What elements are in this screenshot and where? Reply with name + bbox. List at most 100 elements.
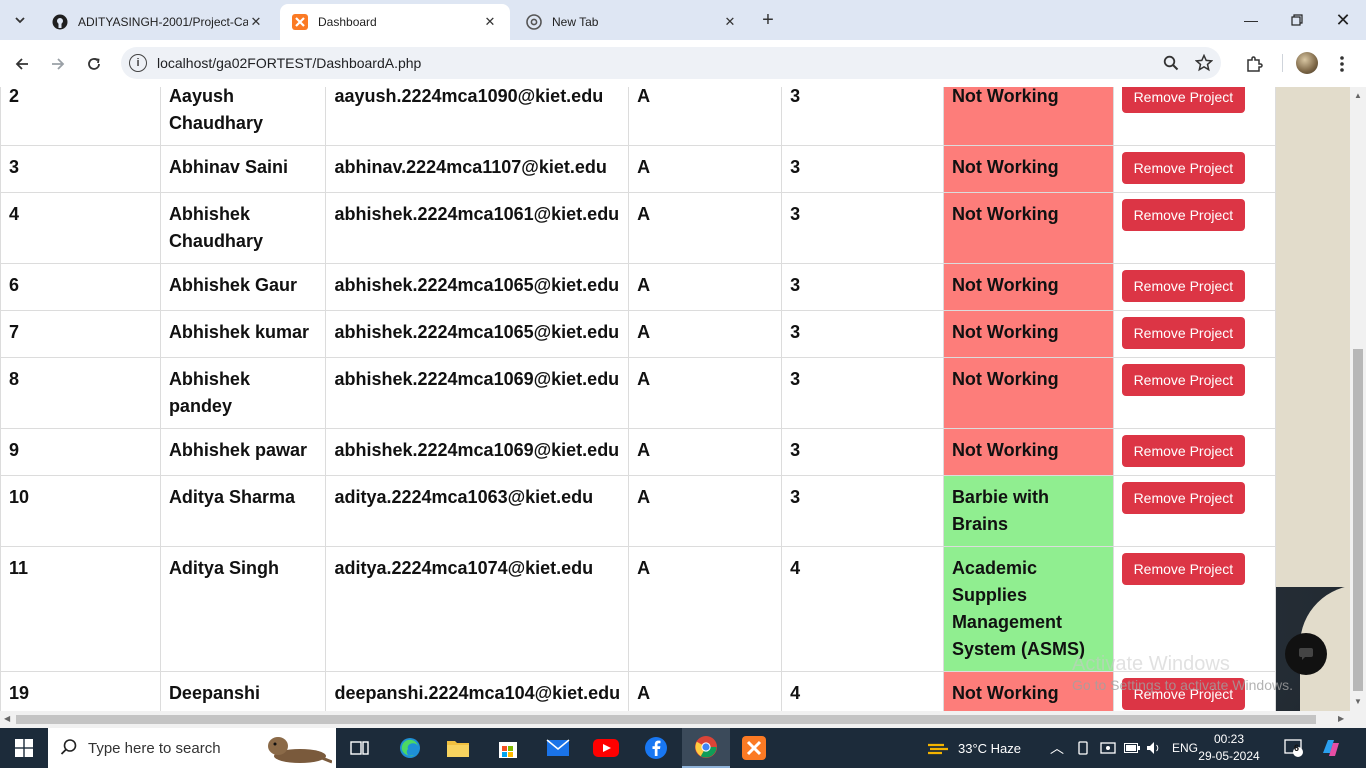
windows-start-icon[interactable] — [0, 728, 48, 768]
site-info-icon[interactable]: i — [129, 54, 147, 72]
student-email: abhishek.2224mca1069@kiet.edu — [325, 428, 630, 476]
zoom-magnifier-icon[interactable] — [1161, 53, 1181, 73]
haze-weather-icon — [928, 743, 948, 755]
profile-avatar[interactable] — [1296, 52, 1318, 74]
weather-widget[interactable]: 33°C Haze — [926, 728, 1021, 768]
remove-project-button[interactable]: Remove Project — [1121, 199, 1246, 231]
restore-icon[interactable] — [1274, 0, 1320, 40]
clock-time: 00:23 — [1213, 732, 1245, 746]
tab-title: ADITYASINGH-2001/Project-Ca — [78, 15, 248, 29]
chrome-taskbar-icon[interactable] — [682, 728, 730, 768]
action-cell: Remove Project — [1112, 428, 1277, 476]
remove-project-button[interactable]: Remove Project — [1121, 87, 1246, 113]
action-cell: Remove Project — [1112, 310, 1277, 358]
search-highlight-otter-icon — [268, 737, 332, 764]
youtube-icon[interactable] — [582, 728, 630, 768]
remove-project-button[interactable]: Remove Project — [1121, 435, 1246, 467]
project-status: Not Working — [942, 87, 1114, 146]
extensions-puzzle-icon[interactable] — [1242, 52, 1266, 76]
facebook-icon[interactable] — [632, 728, 680, 768]
student-section: A — [628, 546, 783, 672]
students-table: 2 Aayush Chaudhary aayush.2224mca1090@kiet… — [0, 87, 1277, 711]
action-cell: Remove Project — [1112, 263, 1277, 311]
student-semester: 3 — [781, 357, 944, 429]
edge-browser-icon[interactable] — [386, 728, 434, 768]
student-email: deepanshi.2224mca104@kiet.edu — [325, 671, 630, 711]
new-tab-plus-icon[interactable]: + — [756, 8, 780, 32]
tray-meet-icon[interactable] — [1100, 728, 1116, 768]
student-email: aayush.2224mca1090@kiet.edu — [325, 87, 630, 146]
student-id: 10 — [0, 475, 161, 547]
scroll-down-arrow-icon[interactable]: ▼ — [1354, 697, 1362, 706]
vertical-scrollbar[interactable]: ▲ ▼ — [1350, 87, 1366, 711]
project-status: Barbie with Brains — [942, 475, 1114, 547]
mail-icon[interactable] — [534, 728, 582, 768]
battery-icon[interactable] — [1124, 728, 1140, 768]
tab-search-chevron-icon[interactable] — [8, 8, 32, 32]
student-name: Abhinav Saini — [159, 145, 327, 193]
remove-project-button[interactable]: Remove Project — [1121, 482, 1246, 514]
url-text: localhost/ga02FORTEST/DashboardA.php — [157, 55, 422, 71]
close-tab-icon[interactable]: ✕ — [248, 14, 264, 30]
student-email: abhishek.2224mca1065@kiet.edu — [325, 263, 630, 311]
volume-icon[interactable] — [1146, 728, 1162, 768]
table-row: 3 Abhinav Saini abhinav.2224mca1107@kiet.e… — [0, 145, 1277, 193]
taskbar-search-box[interactable]: Type here to search — [48, 728, 336, 768]
minimize-icon[interactable]: — — [1228, 0, 1274, 40]
xampp-taskbar-icon[interactable] — [730, 728, 778, 768]
address-bar[interactable]: i localhost/ga02FORTEST/DashboardA.php — [121, 47, 1221, 79]
student-section: A — [628, 192, 783, 264]
reload-icon[interactable] — [80, 50, 108, 78]
close-tab-icon[interactable]: ✕ — [482, 14, 498, 30]
menu-kebab-icon[interactable] — [1330, 52, 1354, 76]
student-id: 6 — [0, 263, 161, 311]
student-id: 8 — [0, 357, 161, 429]
vertical-scroll-thumb[interactable] — [1353, 349, 1363, 691]
close-tab-icon[interactable]: ✕ — [722, 14, 738, 30]
table-row: 10 Aditya Sharma aditya.2224mca1063@kiet.e… — [0, 475, 1277, 547]
student-email: abhishek.2224mca1061@kiet.edu — [325, 192, 630, 264]
page-viewport: 2 Aayush Chaudhary aayush.2224mca1090@kiet… — [0, 87, 1350, 711]
student-id: 4 — [0, 192, 161, 264]
scroll-right-arrow-icon[interactable]: ▶ — [1338, 714, 1344, 723]
remove-project-button[interactable]: Remove Project — [1121, 152, 1246, 184]
file-explorer-icon[interactable] — [434, 728, 482, 768]
forward-arrow-icon[interactable] — [44, 50, 72, 78]
notifications-icon[interactable]: 6 — [1284, 728, 1304, 768]
student-section: A — [628, 310, 783, 358]
student-email: abhishek.2224mca1069@kiet.edu — [325, 357, 630, 429]
student-semester: 4 — [781, 546, 944, 672]
search-placeholder: Type here to search — [88, 740, 221, 757]
windows-taskbar: Type here to search 33°C Haze ︿ ENG 00:2… — [0, 728, 1366, 768]
remove-project-button[interactable]: Remove Project — [1121, 270, 1246, 302]
action-cell: Remove Project — [1112, 357, 1277, 429]
horizontal-scrollbar[interactable]: ◀ ▶ — [0, 711, 1366, 728]
remove-project-button[interactable]: Remove Project — [1121, 317, 1246, 349]
remove-project-button[interactable]: Remove Project — [1121, 553, 1246, 585]
tab-dashboard[interactable]: Dashboard ✕ — [280, 4, 510, 40]
tab-title: Dashboard — [318, 15, 377, 29]
student-name: Abhishek Gaur — [159, 263, 327, 311]
tab-new-tab[interactable]: New Tab ✕ — [514, 4, 750, 40]
student-name: Deepanshi Sharma — [159, 671, 327, 711]
remove-project-button[interactable]: Remove Project — [1121, 364, 1246, 396]
project-status: Not Working — [942, 192, 1114, 264]
student-section: A — [628, 475, 783, 547]
copilot-icon[interactable] — [1320, 728, 1342, 768]
horizontal-scroll-thumb[interactable] — [16, 715, 1316, 724]
chat-button[interactable] — [1285, 633, 1327, 675]
scroll-up-arrow-icon[interactable]: ▲ — [1354, 91, 1362, 100]
tab-github[interactable]: ADITYASINGH-2001/Project-Ca ✕ — [40, 4, 276, 40]
back-arrow-icon[interactable] — [8, 50, 36, 78]
student-id: 9 — [0, 428, 161, 476]
student-section: A — [628, 145, 783, 193]
scroll-left-arrow-icon[interactable]: ◀ — [4, 714, 10, 723]
bookmark-star-icon[interactable] — [1194, 53, 1214, 73]
show-hidden-icons-chevron-icon[interactable]: ︿ — [1050, 728, 1064, 768]
close-window-icon[interactable]: ✕ — [1320, 0, 1366, 40]
microsoft-store-icon[interactable] — [484, 728, 532, 768]
task-view-icon[interactable] — [336, 728, 384, 768]
tray-device-icon[interactable] — [1076, 728, 1090, 768]
taskbar-clock[interactable]: 00:23 29-05-2024 — [1194, 731, 1264, 765]
student-semester: 3 — [781, 263, 944, 311]
